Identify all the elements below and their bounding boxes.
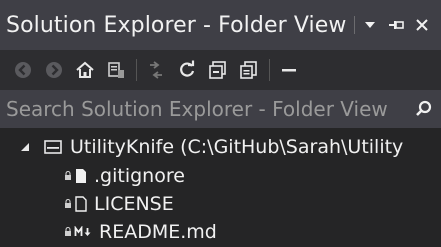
back-icon[interactable]	[10, 57, 36, 83]
file-icon	[74, 196, 88, 212]
folder-view-icon	[42, 140, 64, 154]
search-box[interactable]: Search Solution Explorer - Folder View	[0, 90, 441, 128]
lock-icon	[63, 227, 73, 237]
file-filled-icon	[74, 168, 88, 184]
collapse-all-icon[interactable]	[205, 57, 231, 83]
lock-icon	[63, 171, 73, 181]
tree-root-label: UtilityKnife (C:\GitHub\Sarah\Utility	[70, 136, 404, 158]
show-all-files-icon[interactable]	[236, 57, 262, 83]
search-icon[interactable]	[411, 96, 437, 122]
dropdown-icon[interactable]	[357, 12, 383, 38]
lock-icon	[63, 199, 73, 209]
solution-explorer-panel: Solution Explorer - Folder View Search S…	[0, 0, 441, 244]
forward-icon[interactable]	[41, 57, 67, 83]
toolbar-separator	[136, 59, 137, 81]
solution-tree: UtilityKnife (C:\GitHub\Sarah\Utility .g…	[0, 128, 441, 244]
tree-item[interactable]: .gitignore	[0, 161, 441, 191]
tree-item-label: LICENSE	[94, 193, 174, 215]
tree-item-label: README.md	[99, 221, 217, 243]
tree-item[interactable]: LICENSE	[0, 189, 441, 219]
toolbar-separator	[269, 59, 270, 81]
properties-icon[interactable]	[276, 57, 302, 83]
toolbar	[0, 50, 441, 90]
switch-views-icon[interactable]	[103, 57, 129, 83]
close-icon[interactable]	[409, 12, 435, 38]
pending-changes-icon[interactable]	[143, 57, 169, 83]
tree-item-label: .gitignore	[94, 165, 185, 187]
tree-item[interactable]: README.md	[0, 217, 441, 247]
pin-icon[interactable]	[383, 12, 409, 38]
title-controls	[352, 12, 441, 38]
window-title: Solution Explorer - Folder View	[6, 12, 347, 38]
refresh-icon[interactable]	[174, 57, 200, 83]
tree-root[interactable]: UtilityKnife (C:\GitHub\Sarah\Utility	[0, 132, 441, 162]
markdown-icon	[74, 226, 94, 238]
expand-arrow-icon[interactable]	[18, 142, 32, 152]
search-input[interactable]: Search Solution Explorer - Folder View	[6, 97, 411, 121]
title-bar: Solution Explorer - Folder View	[0, 0, 441, 50]
home-icon[interactable]	[72, 57, 98, 83]
title-divider	[354, 16, 355, 34]
